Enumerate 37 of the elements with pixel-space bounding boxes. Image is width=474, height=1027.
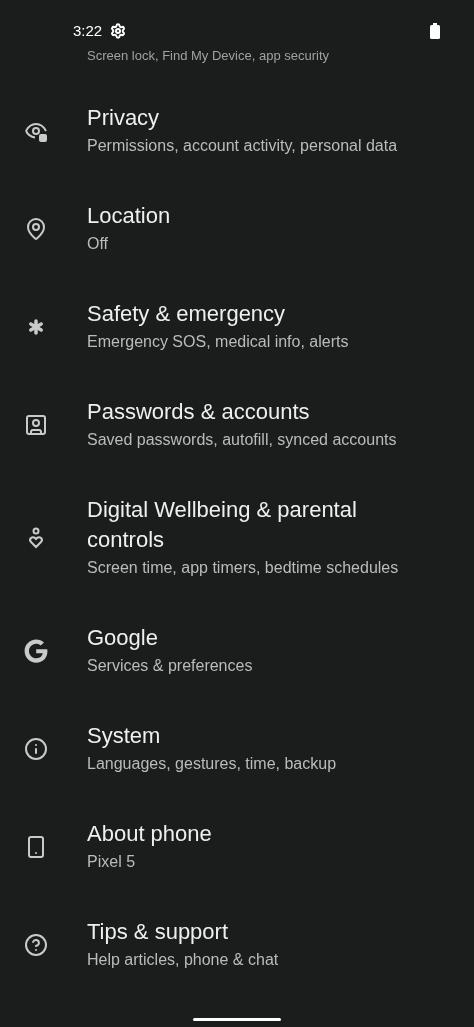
item-subtitle: Screen time, app timers, bedtime schedules xyxy=(87,558,400,578)
item-subtitle: Off xyxy=(87,234,110,254)
item-subtitle: Pixel 5 xyxy=(87,852,137,872)
status-time: 3:22 xyxy=(73,20,103,41)
settings-item[interactable]: Location Off xyxy=(0,180,474,278)
settings-item[interactable]: Digital Wellbeing & parental controls Screen time, app timers, bedtime schedules xyxy=(0,474,474,602)
info-icon xyxy=(24,737,48,761)
google-logo-icon xyxy=(24,639,48,663)
item-subtitle: Saved passwords, autofill, synced accounts xyxy=(87,430,397,450)
settings-item[interactable]: About phone Pixel 5 xyxy=(0,798,474,896)
item-subtitle: Languages, gestures, time, backup xyxy=(87,754,337,774)
item-subtitle: Help articles, phone & chat xyxy=(87,950,279,970)
item-title: Digital Wellbeing & parental controls xyxy=(87,496,358,554)
settings-item[interactable]: Safety & emergency Emergency SOS, medical info, alerts xyxy=(0,278,474,376)
item-subtitle: Emergency SOS, medical info, alerts xyxy=(87,332,349,352)
battery-icon xyxy=(430,23,440,39)
home-indicator[interactable] xyxy=(193,1018,281,1021)
settings-item[interactable]: Tips & support Help articles, phone & chat xyxy=(0,896,474,994)
item-title: Passwords & accounts xyxy=(87,398,311,426)
help-icon xyxy=(24,933,48,957)
item-title: Google xyxy=(87,624,159,652)
item-subtitle: Screen lock, Find My Device, app security xyxy=(87,47,330,66)
settings-item[interactable]: Passwords & accounts Saved passwords, autofill, synced accounts xyxy=(0,376,474,474)
settings-item[interactable]: Privacy Permissions, account activity, personal data xyxy=(0,82,474,180)
item-title: Location xyxy=(87,202,172,230)
item-title: About phone xyxy=(87,820,213,848)
item-subtitle: Permissions, account activity, personal data xyxy=(87,136,398,156)
account-icon xyxy=(24,413,48,437)
item-title: System xyxy=(87,722,162,750)
item-title: Privacy xyxy=(87,104,161,132)
settings-item[interactable]: System Languages, gestures, time, backup xyxy=(0,700,474,798)
settings-item[interactable]: Google Services & preferences xyxy=(0,602,474,700)
location-pin-icon xyxy=(24,217,48,241)
item-title: Tips & support xyxy=(87,918,230,946)
settings-icon xyxy=(110,23,127,39)
item-subtitle: Services & preferences xyxy=(87,656,253,676)
item-title: Safety & emergency xyxy=(87,300,287,328)
